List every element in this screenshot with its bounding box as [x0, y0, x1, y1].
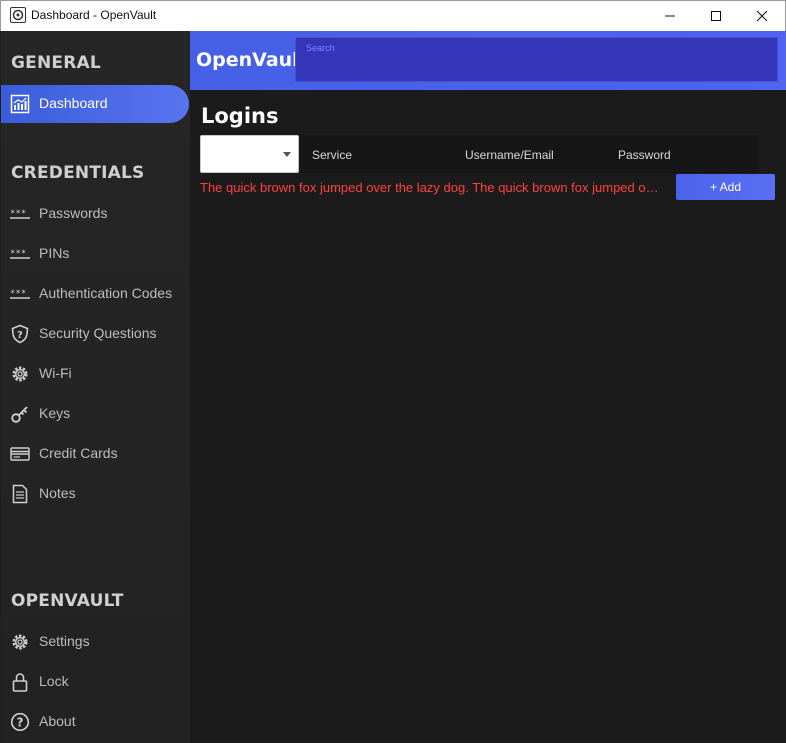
auth-code-dots-icon: *** — [10, 289, 30, 299]
search-label: Search — [306, 43, 335, 53]
maximize-button[interactable] — [693, 1, 739, 31]
sidebar-item-wifi[interactable]: Wi-Fi — [1, 355, 189, 393]
section-title-general: GENERAL — [11, 53, 101, 73]
app-brand: OpenVault — [196, 49, 308, 71]
sidebar-item-label: About — [39, 713, 76, 729]
shield-question-icon: ? — [11, 324, 29, 344]
section-title-openvault: OPENVAULT — [11, 591, 124, 611]
gear-icon — [12, 366, 28, 382]
sidebar-item-label: Wi-Fi — [39, 365, 72, 381]
sidebar-item-label: Security Questions — [39, 325, 157, 341]
column-header-service[interactable]: Service — [312, 148, 352, 162]
window-titlebar[interactable]: Dashboard - OpenVault — [0, 0, 786, 31]
sidebar-item-label: Settings — [39, 633, 90, 649]
error-message: The quick brown fox jumped over the lazy… — [200, 180, 664, 195]
sidebar-item-label: Notes — [39, 485, 76, 501]
section-title-credentials: CREDENTIALS — [11, 163, 145, 183]
svg-text:?: ? — [17, 716, 24, 730]
sidebar-item-label: Lock — [39, 673, 69, 689]
question-circle-icon: ? — [10, 712, 30, 732]
pin-dots-icon: *** — [10, 249, 30, 259]
sidebar-item-pins[interactable]: *** PINs — [1, 235, 189, 273]
sidebar-item-label: PINs — [39, 245, 70, 261]
sidebar-item-authentication-codes[interactable]: *** Authentication Codes — [1, 275, 189, 313]
column-header-password[interactable]: Password — [618, 148, 671, 162]
sidebar-item-label: Credit Cards — [39, 445, 118, 461]
sidebar-item-lock[interactable]: Lock — [1, 663, 189, 701]
sidebar-item-label: Keys — [39, 405, 71, 421]
credit-card-icon — [10, 447, 30, 461]
sidebar: GENERAL Dashboard CREDENTIALS *** Passwo… — [1, 31, 190, 743]
filter-dropdown[interactable] — [200, 135, 299, 173]
sidebar-item-notes[interactable]: Notes — [1, 475, 189, 513]
password-dots-icon: *** — [10, 209, 30, 219]
sidebar-item-about[interactable]: ? About — [1, 703, 189, 741]
close-icon — [756, 10, 768, 22]
gear-icon — [12, 634, 28, 650]
note-icon — [12, 484, 28, 504]
add-button[interactable]: + Add — [676, 174, 775, 200]
key-icon — [11, 406, 28, 423]
sidebar-item-dashboard[interactable]: Dashboard — [1, 85, 189, 123]
column-header-username[interactable]: Username/Email — [465, 148, 554, 162]
dashboard-chart-icon — [10, 94, 30, 114]
sidebar-item-label: Authentication Codes — [39, 285, 173, 301]
openvault-app-icon — [10, 7, 26, 23]
sidebar-item-label: Passwords — [39, 205, 108, 221]
sidebar-item-keys[interactable]: Keys — [1, 395, 189, 433]
sidebar-item-settings[interactable]: Settings — [1, 623, 189, 661]
lock-icon — [12, 673, 28, 692]
sidebar-item-security-questions[interactable]: ? Security Questions — [1, 315, 189, 353]
minimize-icon — [665, 15, 675, 17]
sidebar-item-label: Dashboard — [39, 95, 108, 111]
main-content: Logins Service Username/Email Password T… — [190, 90, 786, 743]
window-title: Dashboard - OpenVault — [31, 8, 157, 22]
maximize-icon — [711, 11, 721, 21]
sidebar-item-credit-cards[interactable]: Credit Cards — [1, 435, 189, 473]
sidebar-item-passwords[interactable]: *** Passwords — [1, 195, 189, 233]
search-input[interactable]: Search — [295, 37, 778, 82]
page-title: Logins — [201, 104, 279, 128]
logins-table-header: Service Username/Email Password — [200, 135, 759, 173]
svg-text:?: ? — [17, 330, 23, 341]
minimize-button[interactable] — [647, 1, 693, 31]
chevron-down-icon — [283, 152, 291, 157]
app-header: OpenVault Search — [190, 31, 786, 90]
close-button[interactable] — [739, 1, 785, 31]
